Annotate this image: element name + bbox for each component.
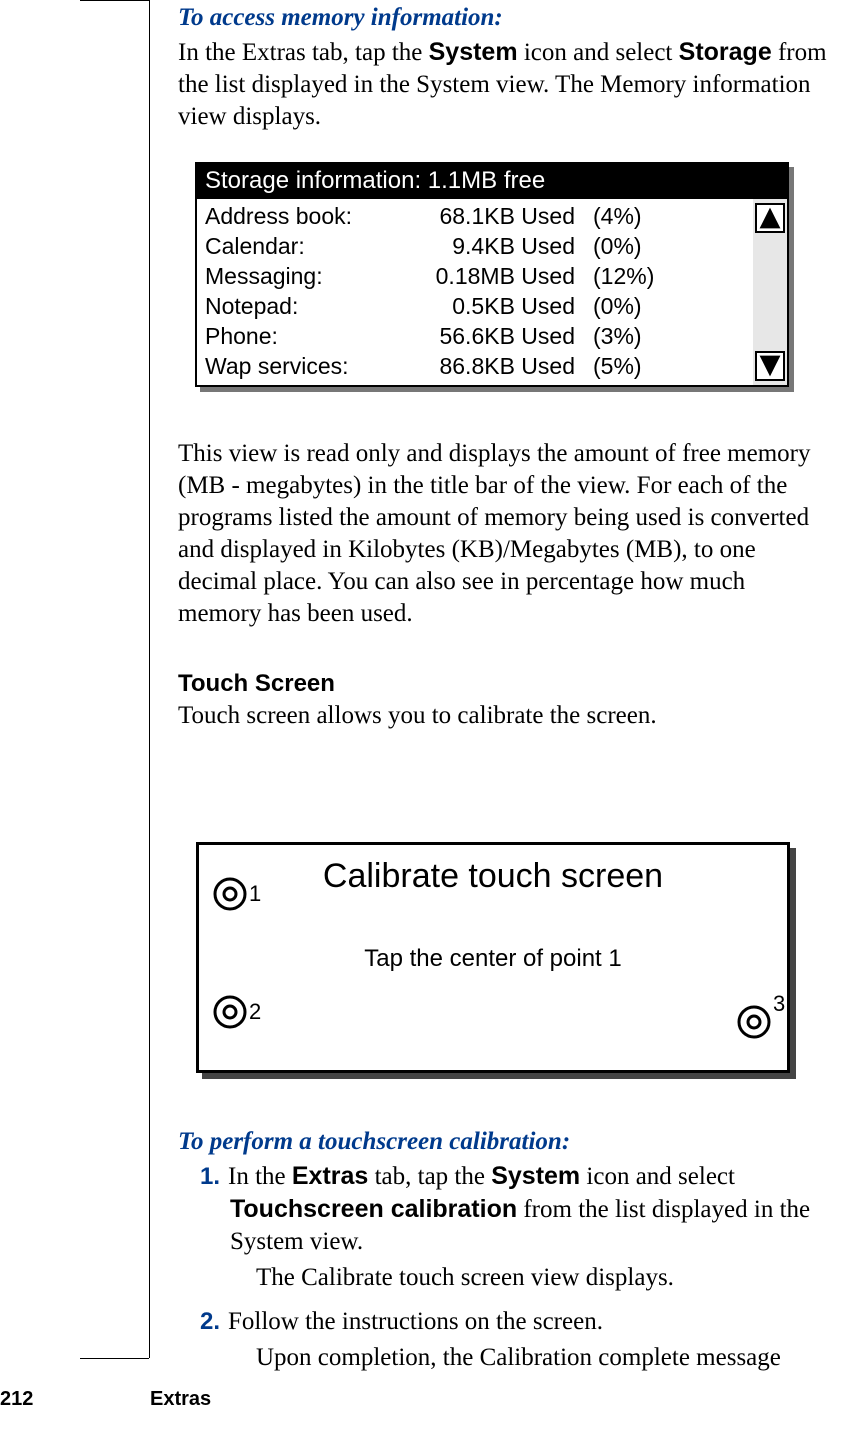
row-pct: (0%) (593, 291, 673, 321)
text: tab, tap the (368, 1163, 491, 1190)
target-2-icon[interactable] (213, 995, 247, 1029)
margin-rule-bottom (80, 1358, 149, 1359)
target-2-label: 2 (249, 999, 261, 1025)
table-row: Wap services: 86.8KB Used (5%) (205, 351, 753, 381)
table-row: Phone: 56.6KB Used (3%) (205, 321, 753, 351)
bold-system: System (429, 38, 518, 66)
row-used: 9.4KB Used (400, 231, 593, 261)
step-number: 2. (200, 1306, 228, 1338)
margin-rule-vertical (149, 0, 150, 1358)
row-used: 0.5KB Used (400, 291, 593, 321)
row-pct: (12%) (593, 261, 673, 291)
bold-extras: Extras (292, 1162, 368, 1190)
calibrate-instruction: Tap the center of point 1 (199, 945, 787, 973)
row-pct: (5%) (593, 351, 673, 381)
table-row: Messaging: 0.18MB Used (12%) (205, 261, 753, 291)
row-used: 68.1KB Used (400, 201, 593, 231)
margin-rule-top (80, 0, 149, 1)
step-number: 1. (200, 1161, 228, 1193)
storage-screenshot: Storage information: 1.1MB free Address … (195, 162, 789, 387)
step-2-sub: Upon completion, the Calibration complet… (200, 1342, 820, 1374)
text: In the Extras tab, tap the (178, 39, 429, 66)
scrollbar[interactable] (753, 199, 787, 385)
heading-touch-screen: Touch Screen (178, 670, 335, 697)
para-readonly: This view is read only and displays the … (178, 438, 828, 630)
row-label: Address book: (205, 201, 400, 231)
bold-touchscreen-calibration: Touchscreen calibration (230, 1195, 517, 1223)
row-label: Phone: (205, 321, 400, 351)
step-1-sub: The Calibrate touch screen view displays… (200, 1262, 820, 1294)
row-pct: (0%) (593, 231, 673, 261)
storage-title: Storage information: 1.1MB free (197, 164, 787, 199)
table-row: Calendar: 9.4KB Used (0%) (205, 231, 753, 261)
row-used: 0.18MB Used (400, 261, 593, 291)
calibrate-screenshot: Calibrate touch screen Tap the center of… (196, 842, 790, 1073)
target-1-icon[interactable] (213, 877, 247, 911)
text: icon and select (518, 39, 679, 66)
row-pct: (4%) (593, 201, 673, 231)
row-label: Notepad: (205, 291, 400, 321)
para-access-memory: In the Extras tab, tap the System icon a… (178, 36, 828, 133)
row-used: 56.6KB Used (400, 321, 593, 351)
row-label: Calendar: (205, 231, 400, 261)
step-2: 2.Follow the instructions on the screen.… (200, 1306, 820, 1374)
para-touch-intro: Touch screen allows you to calibrate the… (178, 700, 828, 732)
step-1: 1.In the Extras tab, tap the System icon… (200, 1160, 820, 1294)
table-row: Notepad: 0.5KB Used (0%) (205, 291, 753, 321)
row-used: 86.8KB Used (400, 351, 593, 381)
section-name: Extras (150, 1388, 211, 1411)
row-label: Wap services: (205, 351, 400, 381)
heading-access-memory: To access memory information: (178, 4, 503, 31)
target-1-label: 1 (249, 881, 261, 907)
table-row: Address book: 68.1KB Used (4%) (205, 201, 753, 231)
scroll-up-icon[interactable] (755, 203, 785, 233)
target-3-label: 3 (773, 991, 785, 1017)
calibrate-title: Calibrate touch screen (199, 857, 787, 896)
scroll-down-icon[interactable] (755, 351, 785, 381)
bold-storage: Storage (679, 38, 772, 66)
text: icon and select (580, 1163, 735, 1190)
storage-table: Address book: 68.1KB Used (4%) Calendar:… (197, 199, 753, 385)
target-3-icon[interactable] (737, 1005, 771, 1039)
text: In the (228, 1163, 292, 1190)
heading-perform-calibration: To perform a touchscreen calibration: (178, 1128, 570, 1155)
row-label: Messaging: (205, 261, 400, 291)
text: Follow the instructions on the screen. (228, 1308, 603, 1335)
bold-system: System (491, 1162, 580, 1190)
page-number: 212 (0, 1388, 33, 1411)
row-pct: (3%) (593, 321, 673, 351)
